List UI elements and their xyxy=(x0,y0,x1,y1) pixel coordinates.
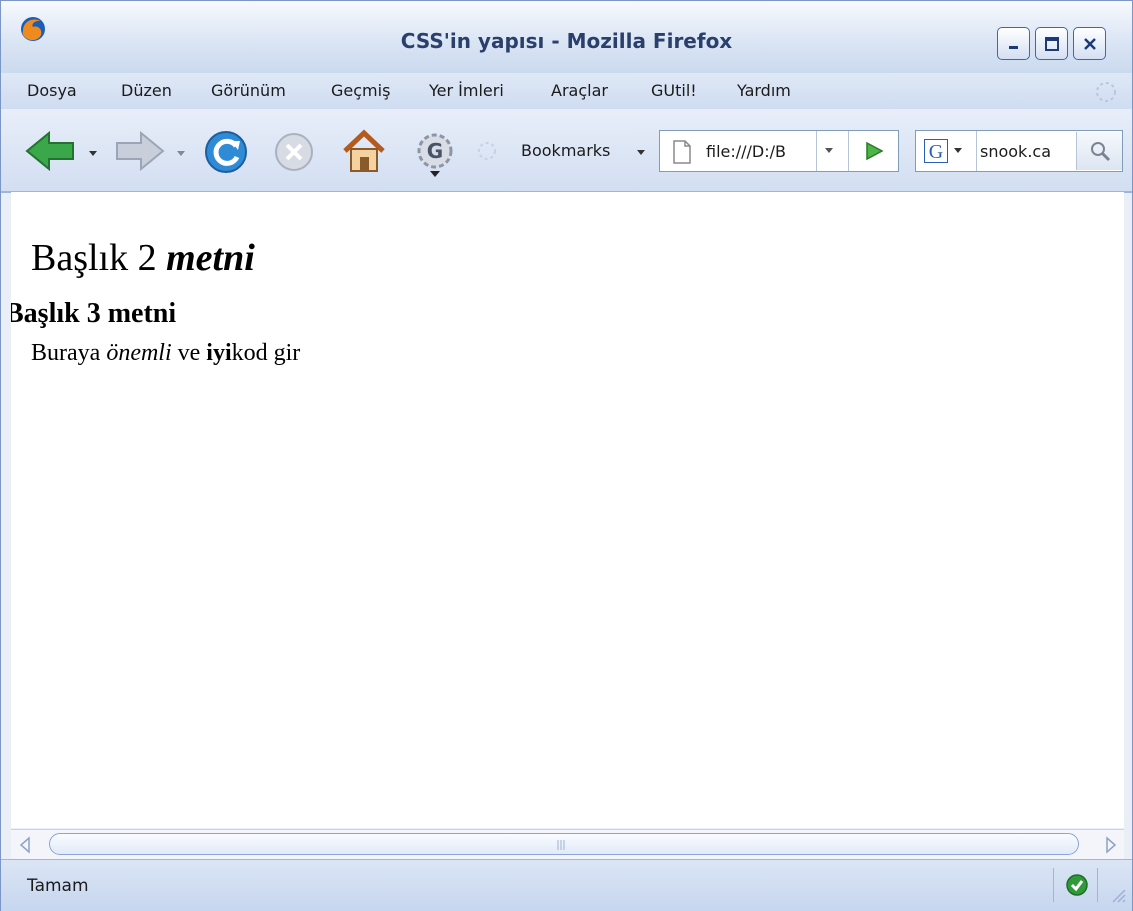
minimize-button[interactable] xyxy=(997,27,1030,60)
menu-dosya[interactable]: Dosya xyxy=(27,81,77,100)
home-icon[interactable] xyxy=(341,129,387,173)
menu-bar: Dosya Düzen Görünüm Geçmiş Yer İmleri Ar… xyxy=(1,73,1132,109)
menu-araclar[interactable]: Araçlar xyxy=(551,81,608,100)
grip-icon xyxy=(557,840,565,850)
magnifier-icon xyxy=(1091,142,1111,162)
title-bar: CSS'in yapısı - Mozilla Firefox xyxy=(1,1,1132,79)
activity-icon xyxy=(478,142,496,160)
paragraph-text-2: ve xyxy=(177,340,201,366)
bookmarks-button[interactable]: Bookmarks xyxy=(521,141,610,160)
minimize-icon xyxy=(1008,45,1018,49)
url-history-dropdown-icon[interactable] xyxy=(825,148,833,153)
paragraph: Buraya önemli ve iyikod gir xyxy=(31,340,300,367)
menu-gutil[interactable]: GUtil! xyxy=(651,81,697,100)
maximize-button[interactable] xyxy=(1035,27,1068,60)
status-divider-2 xyxy=(1097,868,1098,902)
url-divider xyxy=(816,131,817,171)
gutil-icon[interactable]: G xyxy=(415,131,455,179)
menu-duzen[interactable]: Düzen xyxy=(121,81,172,100)
maximize-icon xyxy=(1044,36,1059,51)
paragraph-bold: iyi xyxy=(206,340,232,366)
scrollbar-thumb[interactable] xyxy=(49,833,1079,855)
page-icon xyxy=(673,140,691,164)
go-icon[interactable] xyxy=(864,141,884,161)
scroll-right-icon[interactable] xyxy=(1103,836,1119,854)
check-icon[interactable] xyxy=(1065,873,1089,897)
menu-yardim[interactable]: Yardım xyxy=(737,81,791,100)
search-input[interactable]: snook.ca xyxy=(980,142,1068,161)
menu-gorunum[interactable]: Görünüm xyxy=(211,81,286,100)
status-divider xyxy=(1053,868,1054,902)
search-engine-dropdown-icon[interactable] xyxy=(954,148,962,153)
heading-2-emphasis: metni xyxy=(166,237,255,279)
heading-3: Başlık 3 metni xyxy=(11,298,177,329)
close-icon xyxy=(1083,37,1096,50)
horizontal-scrollbar[interactable] xyxy=(11,829,1124,860)
svg-text:G: G xyxy=(427,139,443,163)
url-text[interactable]: file:///D:/B xyxy=(706,142,814,161)
forward-dropdown-icon[interactable] xyxy=(177,151,185,156)
throbber-icon xyxy=(1096,82,1116,102)
search-divider xyxy=(976,131,977,171)
paragraph-text-3: kod gir xyxy=(231,340,301,366)
url-bar[interactable]: file:///D:/B xyxy=(659,130,899,172)
url-divider-2 xyxy=(848,131,849,171)
reload-icon[interactable] xyxy=(203,129,249,175)
stop-icon[interactable] xyxy=(273,131,315,173)
forward-arrow-icon[interactable] xyxy=(113,131,165,171)
search-button[interactable] xyxy=(1076,132,1122,170)
close-button[interactable] xyxy=(1073,27,1106,60)
search-bar[interactable]: G snook.ca xyxy=(915,130,1123,172)
browser-window: CSS'in yapısı - Mozilla Firefox Dosya Dü… xyxy=(0,0,1133,911)
paragraph-text-1: Buraya xyxy=(31,340,101,366)
page-content: Başlık 2 metni Başlık 3 metni Buraya öne… xyxy=(11,192,1124,828)
heading-2-text: Başlık 2 xyxy=(31,237,157,279)
back-dropdown-icon[interactable] xyxy=(89,151,97,156)
heading-2: Başlık 2 metni xyxy=(31,236,255,280)
scroll-left-icon[interactable] xyxy=(17,836,33,854)
menu-gecmis[interactable]: Geçmiş xyxy=(331,81,390,100)
back-arrow-icon[interactable] xyxy=(25,131,77,171)
status-bar: Tamam xyxy=(1,859,1132,911)
window-title: CSS'in yapısı - Mozilla Firefox xyxy=(400,29,733,53)
menu-yer-imleri[interactable]: Yer İmleri xyxy=(429,81,504,100)
bookmarks-dropdown-icon[interactable] xyxy=(637,150,645,155)
status-text: Tamam xyxy=(27,876,89,896)
svg-text:G: G xyxy=(929,141,943,163)
resize-grip-icon[interactable] xyxy=(1109,886,1127,904)
google-icon[interactable]: G xyxy=(924,139,948,163)
paragraph-emphasis: önemli xyxy=(106,340,172,366)
